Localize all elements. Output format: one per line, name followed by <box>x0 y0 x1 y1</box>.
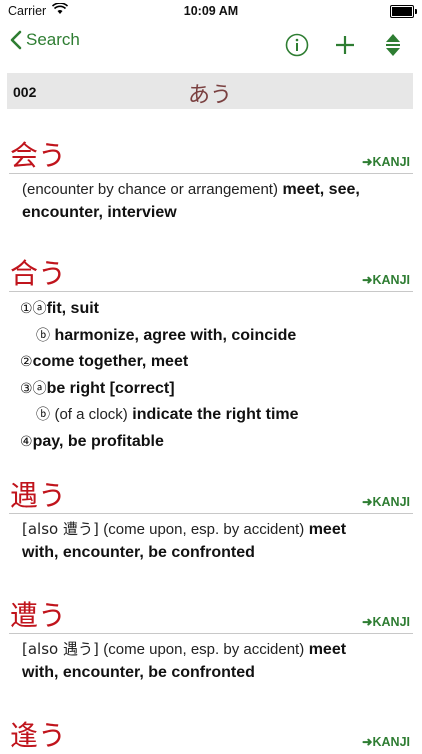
divider <box>9 513 413 514</box>
headword: 合う <box>10 257 67 290</box>
info-icon <box>285 33 309 57</box>
gloss-continued: with, encounter, be confronted <box>22 544 255 561</box>
gloss: meet <box>308 641 347 658</box>
divider <box>9 291 413 292</box>
kanji-link[interactable]: ➜KANJI <box>362 494 410 509</box>
chevron-left-icon <box>10 30 22 50</box>
headword: 逢う <box>10 719 67 752</box>
divider <box>9 633 413 634</box>
definition: ①ⓐfit, suit ⓑ harmonize, agree with, coi… <box>20 296 405 455</box>
clock: 10:09 AM <box>183 4 239 18</box>
battery-icon <box>390 5 417 18</box>
add-button[interactable] <box>328 28 362 62</box>
headword: 遇う <box>10 479 67 512</box>
variant-note: [also 遇う] <box>22 640 99 658</box>
definition: (encounter by chance or arrangement) mee… <box>22 178 407 224</box>
kanji-link[interactable]: ➜KANJI <box>362 734 410 749</box>
definition: [also 遭う] (come upon, esp. by accident) … <box>22 518 407 564</box>
usage-note: (come upon, esp. by accident) <box>103 521 305 538</box>
up-down-arrows-icon <box>386 34 400 56</box>
sense: ⓑ (of a clock) indicate the right time <box>36 406 299 423</box>
gloss: meet <box>308 521 347 538</box>
headword: 遭う <box>10 599 67 632</box>
usage-note: (encounter by chance or arrangement) <box>22 181 278 198</box>
sense: ⓑ harmonize, agree with, coincide <box>36 326 297 344</box>
sense: ③ⓐbe right [correct] <box>20 379 175 397</box>
definition: [also 遇う] (come upon, esp. by accident) … <box>22 638 407 684</box>
gloss-continued: with, encounter, be confronted <box>22 664 255 681</box>
headword: 会う <box>10 139 67 172</box>
kanji-link[interactable]: ➜KANJI <box>362 154 410 169</box>
entry-header: 002 あう <box>7 73 413 109</box>
plus-icon <box>336 36 354 54</box>
sense: ②come together, meet <box>20 353 189 370</box>
kanji-link[interactable]: ➜KANJI <box>362 614 410 629</box>
back-label: Search <box>26 30 80 49</box>
status-bar: Carrier 10:09 AM <box>0 0 422 22</box>
sense: ①ⓐfit, suit <box>20 300 99 317</box>
nav-bar: Search <box>0 22 422 66</box>
kanji-link[interactable]: ➜KANJI <box>362 272 410 287</box>
entry-reading: あう <box>187 83 232 108</box>
usage-note: (come upon, esp. by accident) <box>103 641 305 658</box>
info-button[interactable] <box>280 28 314 62</box>
sense: ④pay, be profitable <box>20 432 164 450</box>
divider <box>9 173 413 174</box>
variant-note: [also 遭う] <box>22 520 99 538</box>
back-button[interactable]: Search <box>10 30 80 50</box>
sort-button[interactable] <box>376 28 410 62</box>
